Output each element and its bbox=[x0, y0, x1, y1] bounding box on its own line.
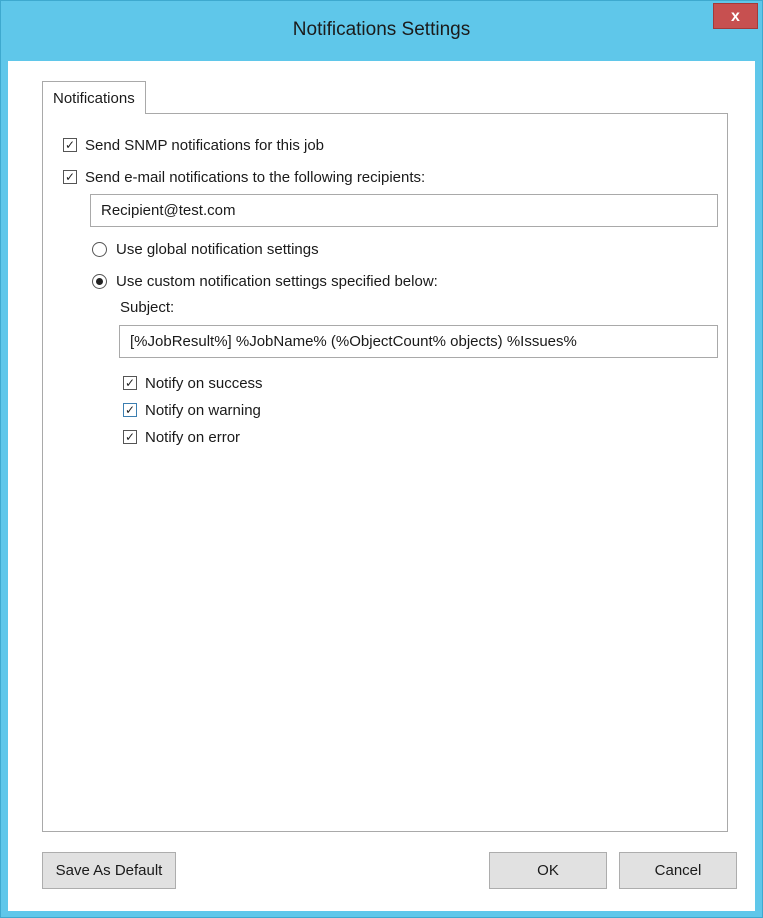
recipients-input[interactable]: Recipient@test.com bbox=[90, 194, 718, 227]
use-global-radio[interactable] bbox=[92, 241, 107, 257]
checkmark-icon: ✓ bbox=[64, 138, 76, 152]
notify-warning-option[interactable]: ✓ Notify on warning bbox=[123, 399, 261, 421]
notify-error-label: Notify on error bbox=[145, 428, 241, 446]
cancel-button[interactable]: Cancel bbox=[619, 852, 737, 889]
email-label: Send e-mail notifications to the followi… bbox=[85, 168, 426, 186]
snmp-option[interactable]: ✓ Send SNMP notifications for this job bbox=[63, 134, 324, 156]
snmp-label: Send SNMP notifications for this job bbox=[85, 136, 325, 154]
notify-success-option[interactable]: ✓ Notify on success bbox=[123, 372, 263, 394]
use-global-option[interactable]: Use global notification settings bbox=[92, 238, 319, 260]
checkmark-icon: ✓ bbox=[124, 403, 136, 417]
ok-button[interactable]: OK bbox=[489, 852, 607, 889]
subject-input[interactable]: [%JobResult%] %JobName% (%ObjectCount% o… bbox=[119, 325, 718, 358]
subject-label: Subject: bbox=[120, 298, 175, 316]
checkmark-icon: ✓ bbox=[124, 376, 136, 390]
title-bar[interactable]: Notifications Settings x bbox=[1, 1, 762, 61]
use-custom-radio[interactable] bbox=[92, 273, 107, 289]
use-global-label: Use global notification settings bbox=[116, 240, 319, 258]
checkmark-icon: ✓ bbox=[124, 430, 136, 444]
notifications-settings-window: Notifications Settings x Notifications ✓… bbox=[0, 0, 763, 918]
notify-warning-checkbox[interactable]: ✓ bbox=[123, 403, 137, 417]
dialog-content: Notifications ✓ Send SNMP notifications … bbox=[8, 61, 755, 911]
save-as-default-button[interactable]: Save As Default bbox=[42, 852, 176, 889]
use-custom-option[interactable]: Use custom notification settings specifi… bbox=[92, 270, 438, 292]
window-title: Notifications Settings bbox=[292, 19, 471, 40]
notifications-panel: ✓ Send SNMP notifications for this job ✓… bbox=[42, 113, 728, 832]
close-icon: x bbox=[731, 8, 740, 25]
snmp-checkbox[interactable]: ✓ bbox=[63, 138, 77, 152]
close-button[interactable]: x bbox=[713, 3, 758, 29]
email-option[interactable]: ✓ Send e-mail notifications to the follo… bbox=[63, 166, 425, 188]
notify-success-label: Notify on success bbox=[145, 374, 263, 392]
use-custom-label: Use custom notification settings specifi… bbox=[116, 272, 438, 290]
email-checkbox[interactable]: ✓ bbox=[63, 170, 77, 184]
notify-warning-label: Notify on warning bbox=[145, 401, 261, 419]
notify-error-option[interactable]: ✓ Notify on error bbox=[123, 426, 240, 448]
notify-error-checkbox[interactable]: ✓ bbox=[123, 430, 137, 444]
tab-notifications[interactable]: Notifications bbox=[42, 81, 146, 114]
notify-success-checkbox[interactable]: ✓ bbox=[123, 376, 137, 390]
radio-selected-dot bbox=[96, 277, 103, 285]
checkmark-icon: ✓ bbox=[64, 170, 76, 184]
